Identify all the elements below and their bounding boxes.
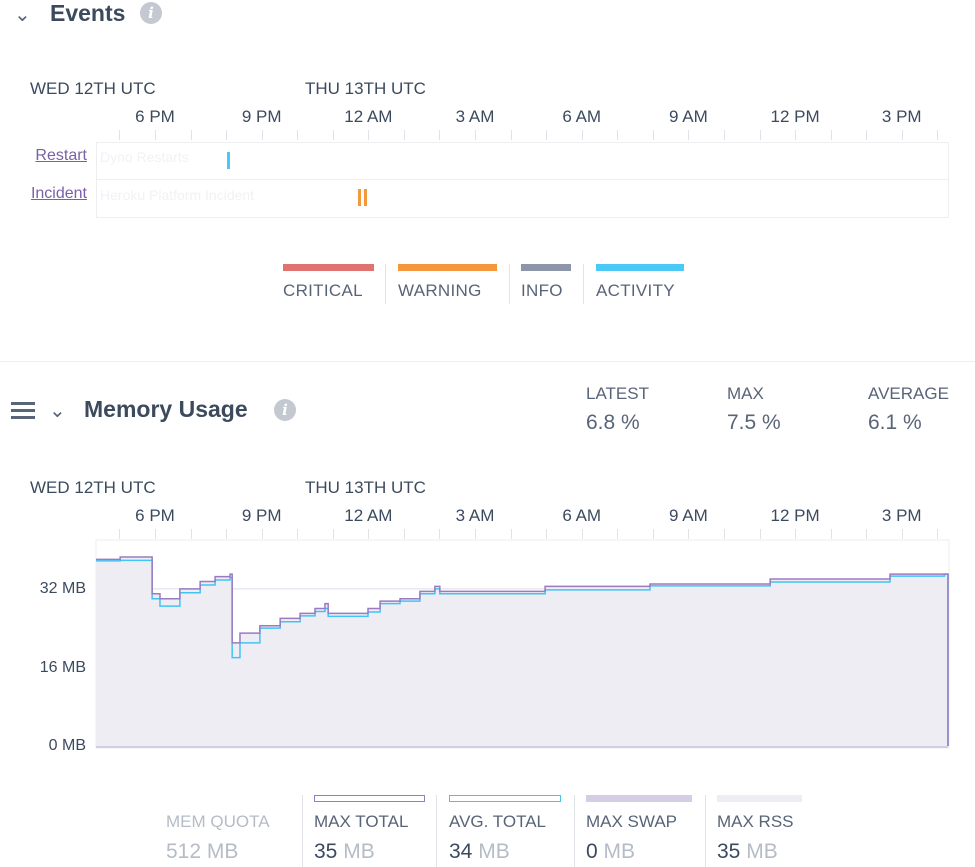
divider: [574, 795, 575, 867]
swatch-max-total: [314, 795, 425, 802]
unit: MB: [343, 840, 375, 863]
divider: [705, 795, 706, 867]
avg-total-value: 34 MB: [449, 840, 510, 864]
value: 35: [314, 840, 338, 863]
legend-max-rss: MAX RSS: [717, 812, 794, 831]
divider: [302, 795, 303, 867]
max-swap-value: 0 MB: [586, 840, 635, 864]
divider: [436, 795, 437, 867]
legend-max-total: MAX TOTAL: [314, 812, 409, 831]
value: 0: [586, 840, 598, 863]
legend-max-swap: MAX SWAP: [586, 812, 677, 831]
unit: MB: [478, 840, 510, 863]
swatch-max-swap: [586, 795, 692, 802]
unit: MB: [206, 840, 239, 863]
legend-avg-total: AVG. TOTAL: [449, 812, 546, 831]
value: 512: [166, 840, 202, 863]
swatch-max-rss: [717, 795, 802, 802]
mem-quota-value: 512 MB: [166, 840, 238, 864]
max-rss-area: [95, 556, 948, 746]
max-total-value: 35 MB: [314, 840, 375, 864]
legend-mem-quota: MEM QUOTA: [166, 812, 270, 831]
unit: MB: [603, 840, 636, 863]
memory-chart: [95, 539, 950, 749]
value: 35: [717, 840, 741, 863]
max-rss-value: 35 MB: [717, 840, 778, 864]
unit: MB: [746, 840, 778, 863]
value: 34: [449, 840, 473, 863]
swatch-avg-total: [449, 795, 561, 802]
